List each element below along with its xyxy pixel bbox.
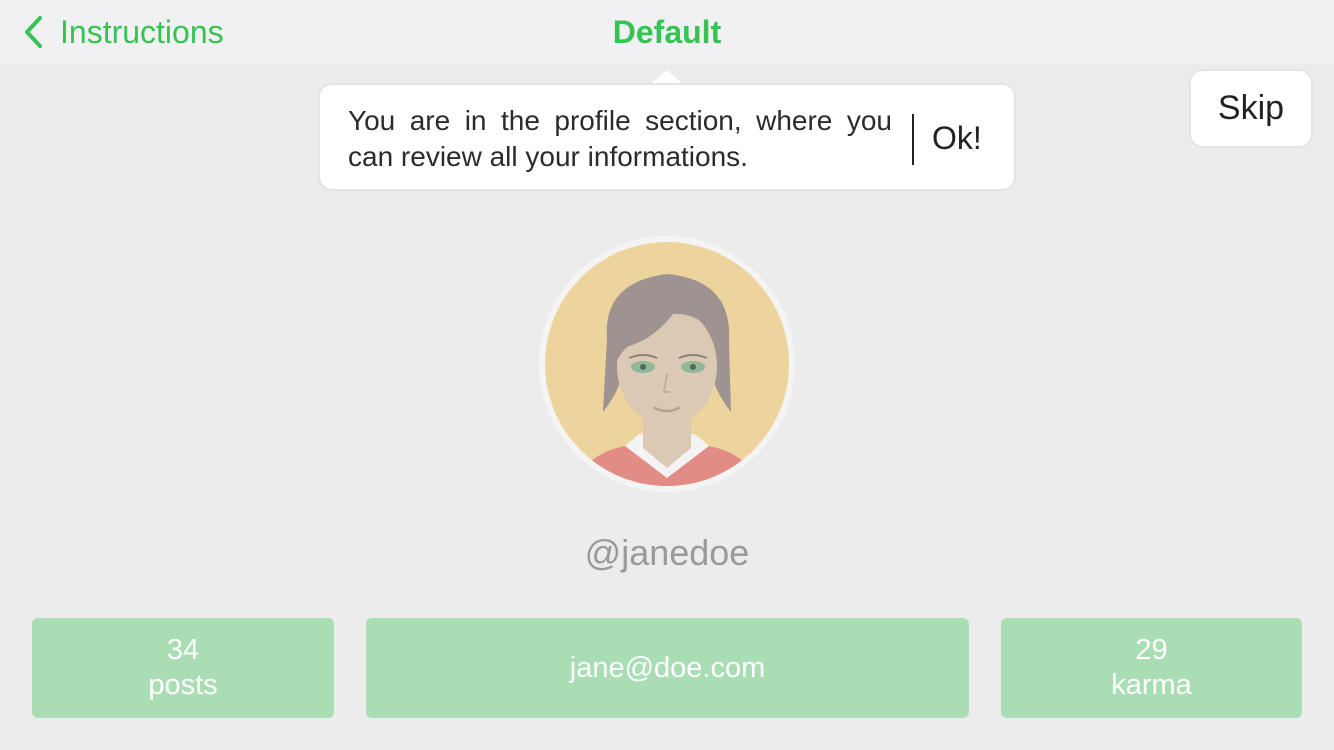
- karma-label: karma: [1111, 669, 1192, 701]
- tooltip-message: You are in the profile section, where yo…: [348, 105, 892, 172]
- avatar: [539, 236, 795, 492]
- karma-count: 29: [1135, 634, 1168, 666]
- email-stat: jane@doe.com: [366, 618, 969, 718]
- karma-stat: 29 karma: [1001, 618, 1302, 718]
- instruction-tooltip: You are in the profile section, where yo…: [318, 83, 1016, 191]
- page-title: Default: [612, 14, 722, 50]
- navigation-bar: Instructions Default: [0, 0, 1334, 64]
- posts-count: 34: [166, 634, 200, 666]
- tooltip-divider: [912, 114, 914, 165]
- email-value: jane@doe.com: [569, 651, 766, 684]
- username: @janedoe: [584, 532, 750, 573]
- skip-button[interactable]: Skip: [1189, 69, 1313, 148]
- posts-label: posts: [148, 669, 218, 701]
- avatar-illustration: [545, 242, 789, 486]
- posts-stat: 34 posts: [32, 618, 334, 718]
- ok-button[interactable]: Ok!: [932, 117, 982, 159]
